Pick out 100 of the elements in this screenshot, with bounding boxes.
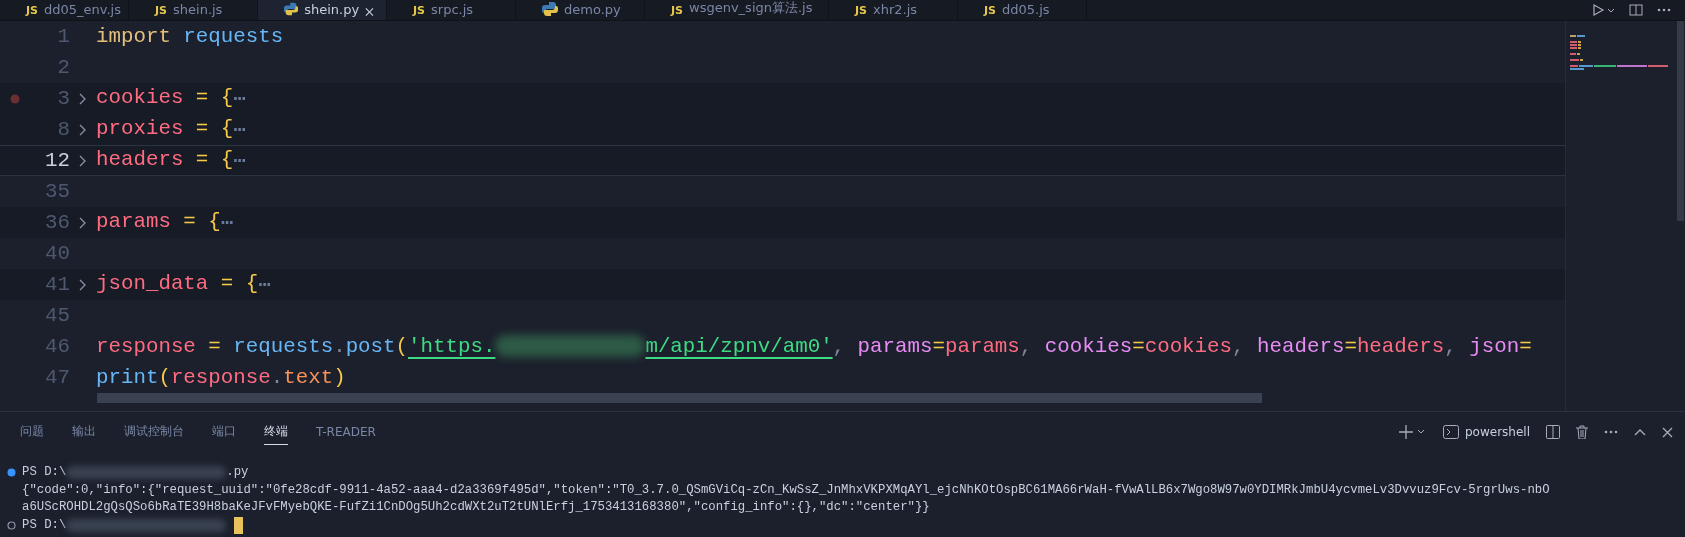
code-token: json_data [96,272,209,297]
code-token: headers [1356,335,1445,358]
code-token: , [1232,335,1246,358]
line-number: 47 [44,366,70,389]
panel-tab[interactable]: 调试控制台 [124,419,184,445]
more-icon[interactable] [1657,8,1671,12]
line-number: 41 [44,273,70,296]
python-file-icon [542,1,558,17]
code-token: = [194,86,210,111]
code-token: = [219,272,235,297]
code-token: ( [395,335,409,358]
code-token: ( [158,366,171,389]
chevron-icon[interactable] [79,123,87,136]
code-token: m/api/zpnv/am0' [645,335,833,358]
code-token: proxies [96,117,184,142]
panel-tab[interactable]: 问题 [20,419,44,445]
horizontal-scrollbar[interactable] [97,393,1262,403]
line-number: 46 [44,335,70,358]
code-token: ⋯ [233,149,246,173]
line-number: 36 [44,211,70,234]
code-token: requests [233,335,334,358]
code-token: , [832,335,847,358]
code-token: { [220,117,234,142]
code-token: ⋯ [220,211,234,235]
terminal-output: a6UScROHDL2gQsQSo6bRaTE39H8baKeJFvFMyebQKE-FufZi1CnDOg5Uh2cdWXt2uT2tUNlErfj_1753413168380","config_info":{},"dc":"center"}} [22,499,930,516]
trash-icon[interactable] [1576,425,1588,439]
chevron-icon[interactable] [79,216,87,229]
chevron-icon[interactable] [79,154,87,167]
maximize-panel-icon[interactable] [1634,428,1646,436]
line-number: 35 [44,180,70,203]
tab-label: dd05.js [1002,2,1050,17]
code-token: text [283,366,334,389]
python-file-icon [284,1,299,17]
code-token: cookies [96,86,184,111]
panel-tab[interactable]: 端口 [212,419,236,445]
tab-label: wsgenv_sign算法.js [689,0,813,17]
tab-label: shein.js [173,2,223,17]
line-number: 40 [44,242,70,265]
line-number: 1 [56,25,70,48]
run-icon[interactable] [1593,4,1615,16]
code-token: = [1344,335,1357,358]
editor-tab[interactable]: shein.py [258,0,387,20]
js-file-icon: JS [984,4,996,17]
tab-label: shein.py [304,2,360,17]
panel-tab[interactable]: T-READER [316,420,376,444]
code-token: import [96,25,171,48]
close-icon[interactable] [1662,426,1673,438]
code-token: params [944,335,1020,358]
code-token: . [333,335,346,358]
line-number: 2 [56,56,70,79]
code-token: ⋯ [258,273,271,297]
code-token: = [207,335,222,358]
code-token: = [182,210,197,235]
code-token: = [932,335,945,358]
add-terminal-icon[interactable] [1399,425,1427,439]
code-token: = [1519,335,1532,358]
split-terminal-icon[interactable] [1546,425,1560,439]
terminal-prompt: PS D:\ [22,516,67,534]
breakpoint-dot[interactable] [10,93,20,104]
chevron-icon[interactable] [79,92,87,105]
code-token: { [245,272,259,297]
split-editor-icon[interactable] [1629,4,1643,16]
code-token: . [270,366,284,389]
panel-tab[interactable]: 终端 [264,419,288,445]
js-file-icon: JS [855,4,867,17]
editor-tab[interactable]: JS wsgenv_sign算法.js [645,0,829,20]
chevron-icon[interactable] [79,278,87,291]
code-token: = [194,117,210,142]
code-token: { [220,148,234,173]
more-icon[interactable] [1604,430,1618,434]
vertical-scrollbar[interactable] [1677,21,1684,221]
panel-tab[interactable]: 输出 [72,419,96,445]
code-token: cookies [1144,335,1233,358]
code-token: post [345,335,396,358]
code-token: params [857,335,933,358]
tab-label: xhr2.js [873,2,918,17]
editor-tab[interactable]: demo.py [516,0,645,20]
line-number: 8 [56,118,70,141]
code-token: , [1019,335,1034,358]
terminal-output: {"code":0,"info":{"request_uuid":"0fe28cdf-9911-4a52-aaa4-d2a3369f495d","token":"T0_3.7.0_QSmGViCq-zCn_KwSsZ_JnMhxVKPXMqAYl_ejcNhKOtOspBC61MA66rWaH-fVwAlLB6x7Wgo8W97w0YDIMRkJmbU4ycvmeLv3Dvvuz9Fcv-5rgrUws-nbO [22,481,1550,499]
editor-tab[interactable]: JS dd05.js [958,0,1087,20]
code-token: headers [1257,335,1345,358]
code-token: params [96,210,171,235]
editor-tab[interactable]: JS dd05_env.js [0,0,129,20]
code-token: response [170,366,271,389]
editor-tab[interactable]: JS srpc.js [387,0,516,20]
editor-tab[interactable]: JS xhr2.js [829,0,958,20]
terminal-text: .py [226,464,249,481]
code-token: print [96,366,159,389]
close-icon[interactable] [365,7,374,17]
js-file-icon: JS [155,4,167,17]
code-token: ⋯ [233,87,246,111]
code-token: = [194,148,210,173]
code-token: = [1132,335,1145,358]
code-token: cookies [1044,335,1133,358]
js-file-icon: JS [413,4,425,17]
tab-label: srpc.js [431,2,474,17]
terminal-selector[interactable]: powershell [1443,425,1530,439]
code-token: response [96,335,196,358]
js-file-icon: JS [26,4,38,17]
